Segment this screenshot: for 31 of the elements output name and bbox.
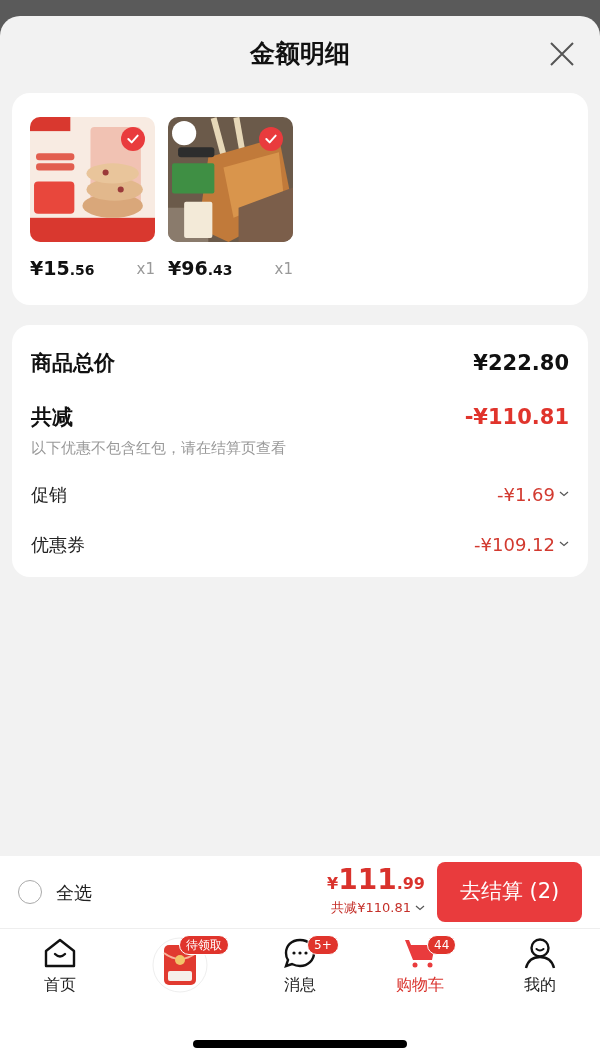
tab-bar-item[interactable]: 购物车 44 (375, 937, 465, 1009)
total-price: ¥111.99 (327, 866, 425, 895)
discount-item-value: -¥1.69 (496, 482, 555, 507)
quantity: x1 (274, 259, 293, 280)
chevron-down-icon[interactable] (559, 491, 569, 497)
total-savings: 共减¥110.81 (331, 899, 411, 918)
product-price: ¥15.56 (30, 256, 95, 281)
notification-badge: 44 (427, 935, 457, 955)
close-button[interactable] (548, 40, 576, 68)
product-price: ¥96.43 (168, 256, 233, 281)
discount-item-label: 促销 (31, 482, 67, 507)
home-icon (43, 937, 77, 969)
notification-badge: 5+ (307, 935, 339, 955)
discount-label: 共减 (31, 403, 73, 431)
discount-item-label: 优惠券 (31, 532, 85, 557)
total-label: 商品总价 (31, 349, 115, 377)
chevron-down-icon[interactable] (559, 541, 569, 547)
notification-badge: 待领取 (179, 935, 229, 955)
chevron-down-icon[interactable] (415, 905, 425, 911)
total-value: ¥222.80 (473, 349, 569, 377)
discount-item-value: -¥109.12 (474, 532, 555, 557)
quantity: x1 (136, 259, 155, 280)
person-icon (523, 937, 557, 969)
discount-note: 以下优惠不包含红包，请在结算页查看 (31, 437, 287, 459)
checkout-button[interactable]: 去结算 (2) (437, 862, 582, 922)
select-all-label: 全选 (56, 880, 92, 905)
tab-bar-item[interactable]: 消息 5+ (255, 937, 345, 1009)
tab-bar-item[interactable]: 首页 (15, 937, 105, 1009)
sheet-title: 金额明细 (250, 38, 350, 71)
discount-value: -¥110.81 (464, 403, 569, 431)
tab-bar-item[interactable]: 我的 (495, 937, 585, 1009)
